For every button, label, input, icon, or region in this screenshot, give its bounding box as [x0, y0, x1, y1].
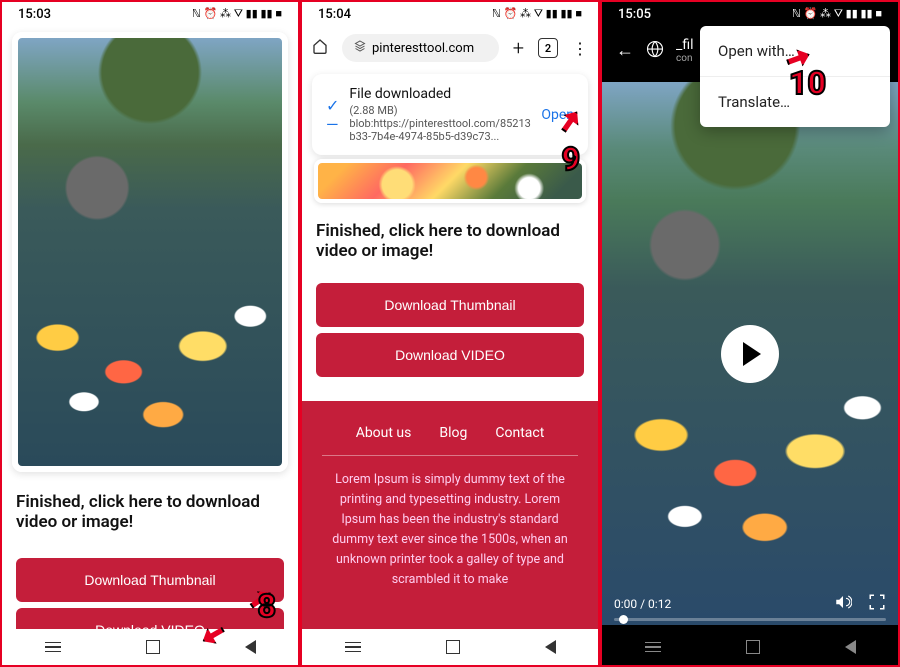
- step-number-badge: 8: [257, 587, 276, 625]
- progress-bar[interactable]: [614, 618, 886, 621]
- status-icons: ℕ ⏰ ⁂ ⛛ ▮▮ ▮▮ ■: [492, 7, 582, 21]
- play-icon: [743, 342, 761, 366]
- tab-count[interactable]: 2: [538, 38, 558, 58]
- footer: About us Blog Contact Lorem Ipsum is sim…: [302, 401, 598, 641]
- download-title: File downloaded: [349, 86, 531, 102]
- footer-text: Lorem Ipsum is simply dummy text of the …: [322, 470, 578, 590]
- recents-button[interactable]: [345, 642, 361, 653]
- android-nav-bar: [302, 629, 598, 665]
- screen-3: 15:05 ℕ ⏰ ⁂ ⛛ ▮▮ ▮▮ ■ ← _fil con Open wi…: [600, 0, 900, 667]
- footer-blog-link[interactable]: Blog: [439, 425, 467, 441]
- finished-heading: Finished, click here to download video o…: [302, 213, 598, 277]
- download-thumbnail-button[interactable]: Download Thumbnail: [16, 558, 284, 602]
- more-icon[interactable]: ⋮: [572, 39, 588, 58]
- footer-about-link[interactable]: About us: [356, 425, 412, 441]
- step-number-badge: 9: [561, 140, 580, 178]
- download-notification[interactable]: ✓— File downloaded (2.88 MB) blob:https:…: [312, 74, 588, 155]
- android-nav-bar: [2, 629, 298, 665]
- status-bar: 15:04 ℕ ⏰ ⁂ ⛛ ▮▮ ▮▮ ■: [302, 2, 598, 26]
- footer-contact-link[interactable]: Contact: [495, 425, 544, 441]
- video-controls: 0:00 / 0:12: [602, 585, 898, 625]
- video-time: 0:00 / 0:12: [614, 597, 671, 611]
- home-icon[interactable]: [312, 38, 328, 58]
- back-arrow-icon[interactable]: ←: [616, 40, 634, 61]
- download-video-button[interactable]: Download VIDEO: [316, 333, 584, 377]
- status-icons: ℕ ⏰ ⁂ ⛛ ▮▮ ▮▮ ■: [192, 7, 282, 21]
- screen-1: 15:03 ℕ ⏰ ⁂ ⛛ ▮▮ ▮▮ ■ Finished, click he…: [0, 0, 300, 667]
- home-button[interactable]: [446, 640, 460, 654]
- video-player[interactable]: 0:00 / 0:12: [602, 82, 898, 625]
- finished-heading: Finished, click here to download video o…: [2, 478, 298, 552]
- home-button[interactable]: [146, 640, 160, 654]
- clock: 15:05: [618, 7, 651, 22]
- clock: 15:03: [18, 7, 51, 22]
- download-size: (2.88 MB): [349, 104, 531, 117]
- fullscreen-icon[interactable]: [868, 593, 886, 614]
- progress-thumb[interactable]: [619, 615, 628, 624]
- screen-2: 15:04 ℕ ⏰ ⁂ ⛛ ▮▮ ▮▮ ■ pinteresttool.com …: [300, 0, 600, 667]
- back-button[interactable]: [845, 640, 856, 654]
- android-nav-bar: [602, 629, 898, 665]
- back-button[interactable]: [245, 640, 256, 654]
- recents-button[interactable]: [645, 642, 661, 653]
- status-bar: 15:05 ℕ ⏰ ⁂ ⛛ ▮▮ ▮▮ ■: [602, 2, 898, 26]
- video-preview-image: [12, 32, 288, 472]
- download-thumbnail-button[interactable]: Download Thumbnail: [316, 283, 584, 327]
- status-icons: ℕ ⏰ ⁂ ⛛ ▮▮ ▮▮ ■: [792, 7, 882, 21]
- browser-toolbar: pinteresttool.com + 2 ⋮: [302, 26, 598, 70]
- url-text: _fil con: [676, 37, 693, 64]
- divider: [322, 455, 578, 456]
- clock: 15:04: [318, 7, 351, 22]
- footer-links: About us Blog Contact: [322, 425, 578, 441]
- video-preview-image: [314, 159, 586, 203]
- home-button[interactable]: [746, 640, 760, 654]
- back-button[interactable]: [545, 640, 556, 654]
- status-bar: 15:03 ℕ ⏰ ⁂ ⛛ ▮▮ ▮▮ ■: [2, 2, 298, 26]
- download-blob: blob:https://pinteresttool.com/85213b33-…: [349, 117, 531, 143]
- new-tab-icon[interactable]: +: [513, 36, 524, 60]
- download-info: File downloaded (2.88 MB) blob:https://p…: [349, 86, 531, 143]
- url-bar[interactable]: pinteresttool.com: [342, 34, 499, 62]
- url-text: pinteresttool.com: [372, 41, 474, 56]
- step-number-badge: 10: [789, 64, 826, 102]
- globe-icon: [646, 40, 664, 61]
- recents-button[interactable]: [45, 642, 61, 653]
- check-icon: ✓—: [326, 96, 339, 134]
- lock-icon: [354, 40, 366, 56]
- play-button[interactable]: [721, 325, 779, 383]
- volume-icon[interactable]: [834, 593, 852, 614]
